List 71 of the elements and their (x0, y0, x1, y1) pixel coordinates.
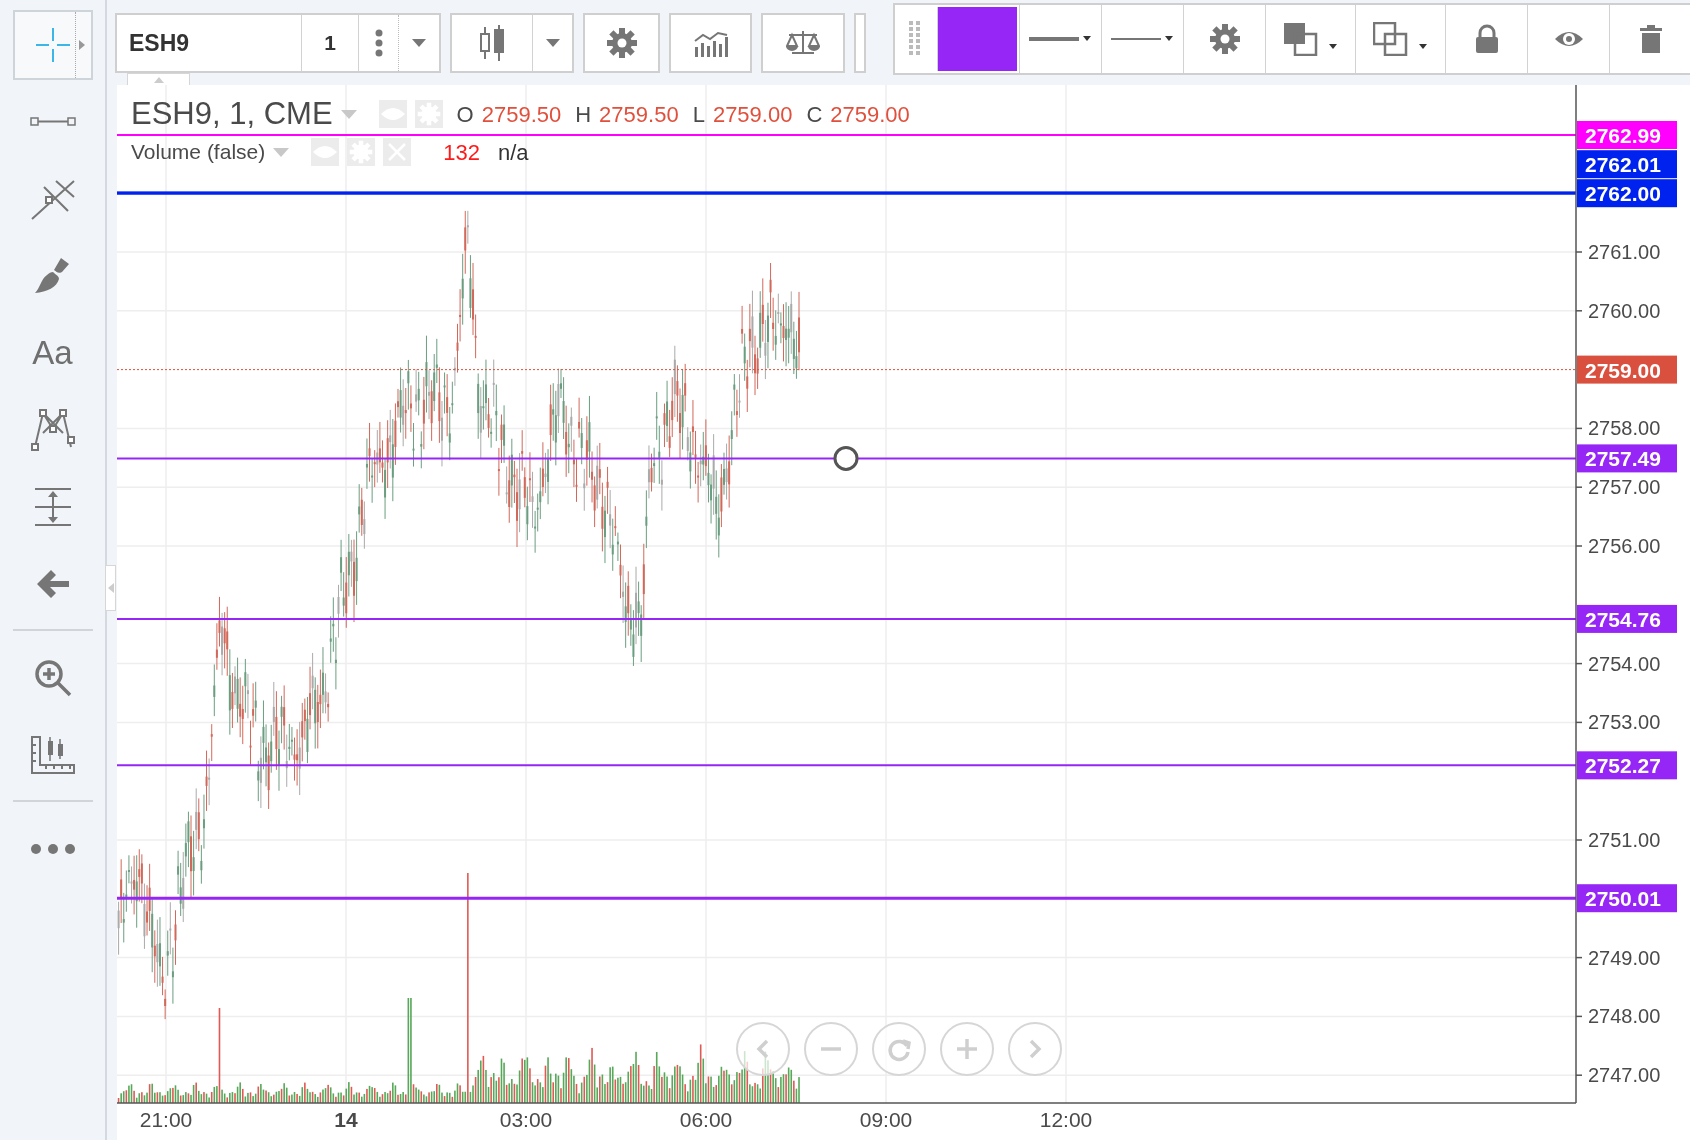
ohlc-value: 2759.50 (599, 100, 679, 129)
layers-overlap-icon (1372, 22, 1429, 56)
price-label: 2762.00 (1577, 179, 1677, 208)
zoom-in-icon (32, 658, 73, 698)
time-label: 12:00 (1039, 1108, 1093, 1131)
time-label: 21:00 (139, 1108, 193, 1131)
ohlc-value: 2759.00 (830, 100, 910, 129)
line-style-icon (1110, 35, 1175, 43)
line-width-icon (1028, 35, 1093, 43)
price-label: 2757.49 (1577, 444, 1677, 473)
toolbar-toggle-tab[interactable] (105, 565, 116, 611)
layers-front-icon (1282, 22, 1339, 56)
ohlc-key: H (575, 97, 592, 131)
horizontal-line[interactable] (117, 764, 1577, 767)
bar-chart-icon (693, 29, 728, 57)
caret-icon (545, 39, 560, 47)
horizontal-line[interactable] (117, 617, 1577, 620)
price-tick-label: 2754.00 (1588, 652, 1661, 675)
ohlc-key: L (692, 97, 705, 131)
price-tick-label: 2761.00 (1588, 241, 1661, 263)
symbol-title: ESH9, 1, CME (131, 94, 333, 133)
price-label: 2762.99 (1577, 121, 1677, 149)
text-tool[interactable]: Aa (12, 318, 93, 388)
indicator-title: Volume (false) (131, 139, 266, 166)
trash-icon (1639, 25, 1662, 53)
price-tick-label: 2751.00 (1588, 829, 1661, 851)
ohlc-key: C (806, 97, 823, 131)
horizontal-line[interactable] (117, 445, 1577, 471)
time-label: 14 (334, 1108, 358, 1131)
price-tick-label: 2748.00 (1588, 1005, 1661, 1028)
price-label: 2754.76 (1577, 604, 1677, 633)
pitchfork-icon (29, 177, 76, 221)
time-label: 03:00 (499, 1108, 553, 1131)
scales-icon (786, 30, 820, 56)
candlestick-icon (479, 25, 505, 61)
caret-up-icon (153, 76, 164, 83)
grip-icon (909, 21, 921, 57)
crosshair-tool[interactable] (12, 10, 93, 80)
volume-extra-value: n/a (497, 138, 529, 167)
time-label: 09:00 (859, 1108, 913, 1131)
lock-icon (1474, 24, 1499, 54)
horizontal-line[interactable] (117, 896, 1576, 900)
price-tick-label: 2749.00 (1588, 946, 1661, 969)
last-price-label: 2759.00 (1577, 355, 1677, 384)
measure-icon (32, 487, 73, 527)
expand-arrow-icon (79, 40, 85, 50)
more-icon (29, 843, 76, 855)
ruler-candles-icon (29, 735, 76, 775)
price-tick-label: 2747.00 (1588, 1064, 1661, 1087)
ohlc-value: 2759.50 (481, 100, 562, 129)
time-label: 06:00 (679, 1108, 733, 1131)
settings-icon (605, 27, 638, 59)
price-label: 2750.01 (1577, 884, 1677, 913)
crosshair-icon (35, 28, 70, 62)
price-tick-label: 2756.00 (1588, 535, 1661, 557)
price-label: 2762.01 (1577, 150, 1677, 179)
price-tick-label: 2760.00 (1588, 299, 1661, 322)
ohlc-value: 2759.00 (712, 100, 793, 129)
settings-icon (1208, 23, 1241, 55)
caret-icon (340, 109, 357, 119)
price-tick-label: 2757.00 (1588, 476, 1661, 499)
horizontal-line[interactable] (117, 191, 1576, 195)
price-tick-label: 2753.00 (1588, 711, 1661, 734)
volume-value: 132 (443, 138, 480, 167)
line-segment-icon (29, 116, 76, 128)
caret-icon (273, 147, 290, 157)
line-color-swatch[interactable] (937, 7, 1017, 71)
price-label: 2752.27 (1577, 751, 1677, 780)
price-tick-label: 2758.00 (1588, 417, 1661, 440)
pattern-icon (29, 407, 76, 453)
ohlc-key: O (456, 97, 474, 131)
